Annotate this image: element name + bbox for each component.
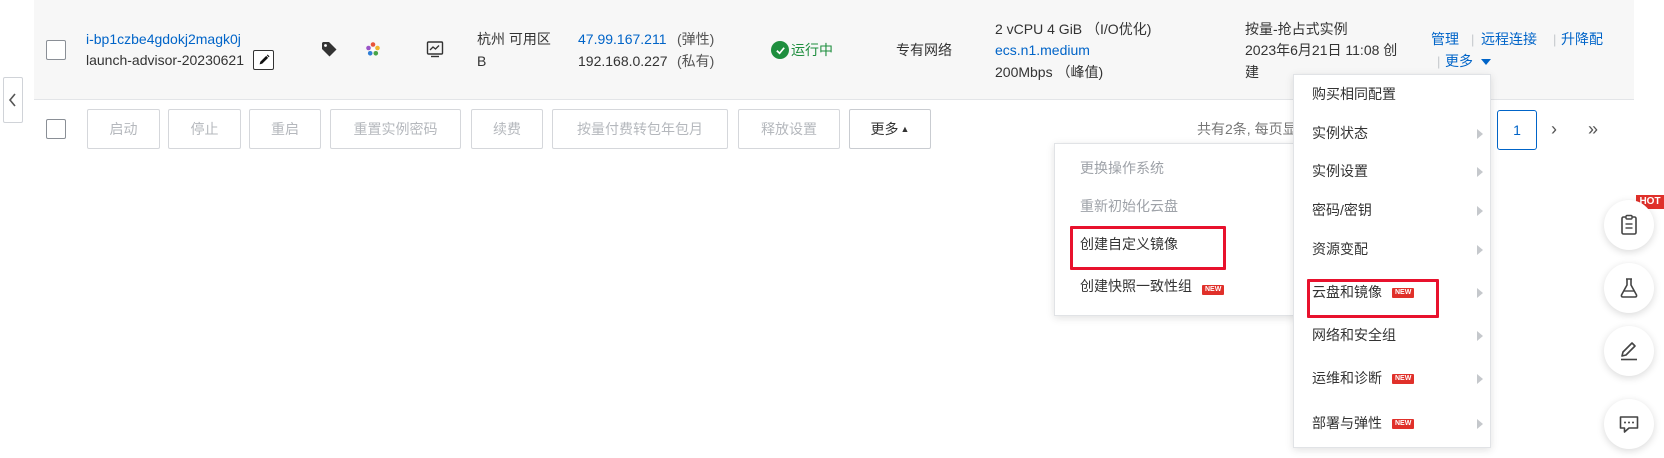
- menu-item-label: 购买相同配置: [1312, 86, 1396, 102]
- chevron-right-icon: [1477, 206, 1483, 216]
- edit-name-icon[interactable]: [253, 50, 274, 70]
- menu-item-deploy-elastic[interactable]: 部署与弹性 NEW: [1312, 413, 1415, 434]
- manage-link[interactable]: 管理: [1431, 29, 1459, 50]
- chevron-right-icon: [1477, 167, 1483, 177]
- created-time-cont: 建: [1245, 64, 1259, 80]
- submenu-item-change-os[interactable]: 更换操作系统: [1080, 158, 1164, 179]
- highlight-disk-image-menu: [1307, 279, 1439, 318]
- more-actions-menu: 购买相同配置 实例状态 实例设置 密码/密钥 资源变配 云盘和镜像 NEW 网络和…: [1293, 74, 1491, 448]
- status-text: 运行中: [791, 42, 833, 58]
- next-page-icon[interactable]: ›: [1551, 118, 1557, 140]
- page-button-current[interactable]: 1: [1497, 110, 1537, 150]
- more-actions-link[interactable]: 更多: [1445, 51, 1491, 72]
- new-badge: NEW: [1202, 285, 1225, 295]
- chevron-left-icon: [8, 93, 16, 107]
- public-ip-link[interactable]: 47.99.167.211: [578, 29, 667, 50]
- menu-item-network-security[interactable]: 网络和安全组: [1312, 325, 1396, 346]
- chevron-right-icon: [1477, 331, 1483, 341]
- row-checkbox[interactable]: [46, 40, 66, 60]
- stop-button[interactable]: 停止: [168, 109, 241, 149]
- menu-item-label: 实例状态: [1312, 125, 1368, 141]
- instance-id-link[interactable]: i-bp1czbe4gdokj2magk0j: [86, 29, 241, 50]
- public-ip-type: (弹性): [677, 31, 715, 47]
- menu-item-password-key[interactable]: 密码/密钥: [1312, 200, 1372, 221]
- reset-password-button[interactable]: 重置实例密码: [330, 109, 461, 149]
- menu-item-label: 实例设置: [1312, 163, 1368, 179]
- chat-button[interactable]: [1604, 399, 1654, 449]
- menu-item-label: 网络和安全组: [1312, 327, 1396, 343]
- release-settings-button[interactable]: 释放设置: [738, 109, 840, 149]
- chevron-right-icon: [1477, 288, 1483, 298]
- renew-button[interactable]: 续费: [471, 109, 543, 149]
- sidebar-collapse-tab[interactable]: [3, 77, 23, 123]
- edit-button[interactable]: [1604, 326, 1654, 376]
- submenu-item-label: 创建快照一致性组: [1080, 278, 1192, 294]
- clipboard-icon: [1621, 214, 1637, 235]
- menu-item-label: 资源变配: [1312, 241, 1368, 257]
- menu-item-label: 部署与弹性: [1312, 415, 1382, 431]
- start-button[interactable]: 启动: [87, 109, 160, 149]
- pen-icon: [1621, 342, 1637, 361]
- monitor-icon[interactable]: [425, 39, 445, 59]
- tag-icon[interactable]: [320, 40, 338, 58]
- more-actions-label: 更多: [1445, 53, 1473, 69]
- chat-icon: [1619, 416, 1639, 433]
- select-all-checkbox[interactable]: [46, 119, 66, 139]
- bulk-more-label: 更多: [870, 121, 899, 137]
- spec-line: 2 vCPU 4 GiB （I/O优化): [995, 21, 1152, 37]
- restart-button[interactable]: 重启: [249, 109, 321, 149]
- chevron-right-icon: [1477, 419, 1483, 429]
- caret-down-icon: [1480, 59, 1491, 66]
- instance-name: launch-advisor-20230621: [86, 52, 244, 68]
- private-ip-type: (私有): [677, 53, 715, 69]
- caret-up-icon: ▲: [900, 124, 910, 134]
- divider: |: [1553, 32, 1557, 47]
- private-ip: 192.168.0.227: [578, 53, 668, 69]
- menu-item-resource-change[interactable]: 资源变配: [1312, 239, 1368, 260]
- chevron-right-icon: [1477, 374, 1483, 384]
- last-page-icon[interactable]: »: [1588, 118, 1598, 140]
- menu-item-ops-diagnosis[interactable]: 运维和诊断 NEW: [1312, 368, 1415, 389]
- menu-item-label: 运维和诊断: [1312, 370, 1382, 386]
- remote-connect-link[interactable]: 远程连接: [1481, 29, 1537, 50]
- zone-line2: B: [477, 53, 487, 69]
- convert-billing-button[interactable]: 按量付费转包年包月: [552, 109, 728, 149]
- instance-type-link[interactable]: ecs.n1.medium: [995, 40, 1090, 61]
- flask-icon: [1620, 278, 1638, 298]
- menu-item-instance-status[interactable]: 实例状态: [1312, 123, 1368, 144]
- menu-item-instance-settings[interactable]: 实例设置: [1312, 161, 1368, 182]
- clipboard-button[interactable]: [1604, 200, 1654, 250]
- lab-button[interactable]: [1604, 263, 1654, 313]
- new-badge: NEW: [1392, 373, 1415, 384]
- chevron-right-icon: [1477, 245, 1483, 255]
- pagination-summary: 共有2条, 每页显: [1197, 121, 1297, 137]
- highlight-create-custom-image: [1070, 226, 1226, 270]
- divider: |: [1471, 32, 1475, 47]
- upgrade-link[interactable]: 升降配: [1561, 29, 1603, 50]
- divider: |: [1437, 54, 1441, 69]
- flower-icon[interactable]: [364, 40, 382, 58]
- submenu-item-reinit-disk[interactable]: 重新初始化云盘: [1080, 196, 1178, 217]
- created-time: 2023年6月21日 11:08 创: [1245, 42, 1398, 58]
- chevron-right-icon: [1477, 129, 1483, 139]
- network-type: 专有网络: [896, 42, 952, 58]
- menu-item-label: 密码/密钥: [1312, 202, 1372, 218]
- check-circle-icon: [771, 41, 789, 59]
- bandwidth: 200Mbps （峰值): [995, 64, 1104, 80]
- zone-line1: 杭州 可用区: [477, 31, 551, 47]
- menu-item-buy-same[interactable]: 购买相同配置: [1312, 84, 1396, 105]
- status-badge: 运行中: [771, 40, 833, 60]
- new-badge: NEW: [1392, 418, 1415, 429]
- billing-type: 按量-抢占式实例: [1245, 21, 1348, 37]
- submenu-item-create-snapshot-group[interactable]: 创建快照一致性组 NEW: [1080, 276, 1225, 297]
- bulk-more-button[interactable]: 更多 ▲: [849, 109, 931, 149]
